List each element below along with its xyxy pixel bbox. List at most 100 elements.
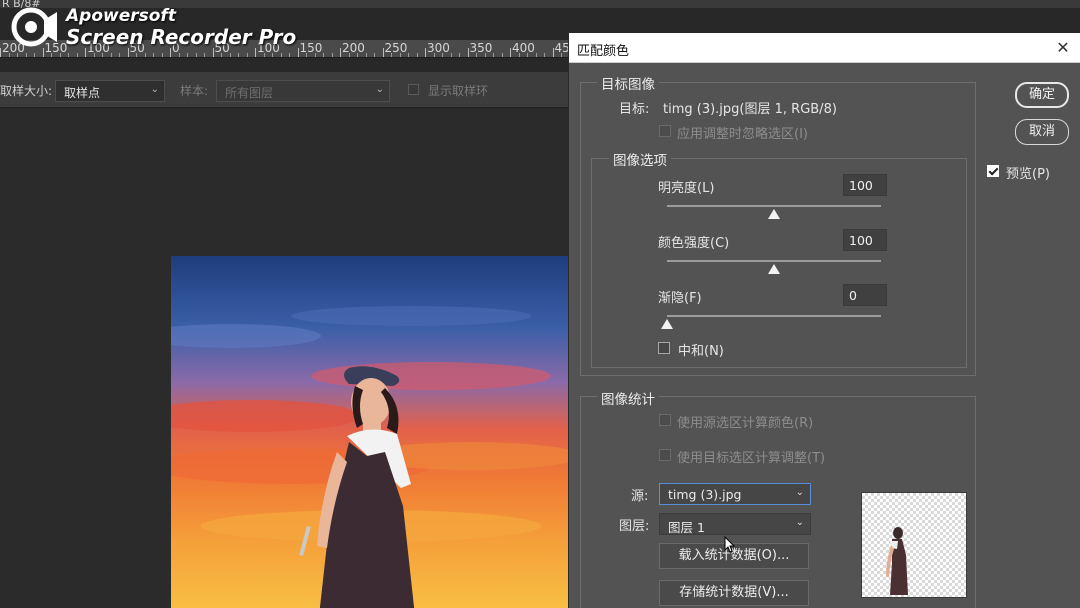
sample-select[interactable]: 所有图层 ⌄ — [216, 80, 390, 102]
ruler-tick-mark — [280, 53, 282, 57]
fade-slider-track[interactable] — [667, 315, 881, 317]
source-select[interactable]: timg (3).jpg ⌄ — [659, 483, 811, 505]
save-statistics-button[interactable]: 存储统计数据(V)... — [659, 580, 809, 606]
ruler-tick-mark — [442, 53, 443, 57]
ruler-tick-label: 350 — [469, 41, 493, 55]
dialog-titlebar[interactable]: 匹配颜色 ✕ — [569, 33, 1080, 63]
ruler-tick-mark — [467, 48, 469, 57]
chevron-down-icon: ⌄ — [375, 84, 384, 95]
color-intensity-input[interactable]: 100 — [843, 229, 887, 251]
ruler-tick-mark — [178, 53, 180, 57]
fade-slider-thumb[interactable] — [661, 319, 673, 329]
ruler-tick-label: 150 — [299, 41, 323, 55]
ok-button[interactable]: 确定 — [1015, 82, 1069, 108]
ruler-tick-mark — [263, 53, 265, 57]
target-value: timg (3).jpg(图层 1, RGB/8) — [663, 102, 837, 117]
luminance-input[interactable]: 100 — [843, 174, 887, 196]
ruler-tick-mark — [297, 48, 299, 57]
ruler-tick-mark — [340, 48, 341, 57]
ruler-tick-mark — [34, 53, 35, 57]
color-intensity-slider-track[interactable] — [667, 260, 881, 262]
neutralize-label: 中和(N) — [678, 344, 724, 359]
ruler-tick-mark — [238, 53, 239, 57]
chevron-down-icon: ⌄ — [150, 84, 159, 95]
ruler-tick-mark — [527, 53, 528, 57]
ruler-tick-mark — [552, 48, 554, 57]
ruler-tick-mark — [102, 53, 103, 57]
ruler-tick-label: 400 — [512, 41, 535, 55]
tool-options-bar: 取样大小: 取样点 ⌄ 样本: 所有图层 ⌄ 显示取样环 — [0, 72, 568, 108]
document-image[interactable] — [171, 256, 571, 608]
photoshop-window: R B/8# 200 150 100 50 0 50 100 150 200 250 300 350 4… — [0, 0, 1080, 608]
ruler-tick-mark — [459, 53, 460, 57]
ruler-tick-mark — [391, 53, 392, 57]
cancel-button[interactable]: 取消 — [1015, 119, 1069, 145]
ruler-tick-mark — [110, 53, 112, 57]
ruler-tick-mark — [399, 53, 401, 57]
show-sampling-ring-checkbox[interactable] — [408, 84, 419, 95]
ruler-tick-mark — [153, 53, 154, 57]
girl-silhouette-icon — [886, 527, 908, 595]
fade-label: 渐隐(F) — [658, 291, 702, 306]
ruler-tick-mark — [518, 53, 520, 57]
ruler-tick-mark — [289, 53, 290, 57]
ruler-tick-mark — [68, 53, 69, 57]
ruler-tick-label: 200 — [342, 41, 365, 55]
neutralize-checkbox[interactable] — [658, 342, 670, 354]
ruler-tick-mark — [136, 53, 137, 57]
color-intensity-label: 颜色强度(C) — [658, 236, 730, 251]
ruler-tick-mark — [357, 53, 358, 57]
image-statistics-group-label: 图像统计 — [597, 388, 659, 408]
apowersoft-logo-icon — [10, 6, 60, 48]
ruler-tick-mark — [59, 53, 61, 57]
ruler-tick-mark — [93, 53, 95, 57]
match-color-dialog: 匹配颜色 ✕ 目标图像 目标: timg (3).jpg(图层 1, RGB/8… — [568, 33, 1080, 608]
ruler-tick-mark — [348, 53, 350, 57]
watermark-product: Screen Recorder Pro — [66, 24, 297, 49]
ignore-selection-label: 应用调整时忽略选区(I) — [677, 127, 808, 142]
chevron-down-icon: ⌄ — [795, 487, 804, 498]
color-intensity-slider-thumb[interactable] — [768, 264, 780, 274]
watermark-brand: Apowersoft — [66, 5, 176, 26]
image-options-group — [591, 158, 967, 368]
use-target-selection-label: 使用目标选区计算调整(T) — [677, 451, 826, 466]
ruler-tick-mark — [204, 53, 205, 57]
ruler-tick-mark — [25, 53, 27, 57]
ruler-tick-mark — [76, 53, 78, 57]
close-icon[interactable]: ✕ — [1053, 38, 1073, 58]
use-target-selection-checkbox[interactable] — [659, 449, 671, 461]
layer-select[interactable]: 图层 1 ⌄ — [659, 513, 811, 535]
ruler-tick-mark — [306, 53, 307, 57]
preview-checkbox[interactable] — [987, 165, 999, 177]
preview-label: 预览(P) — [1006, 167, 1050, 182]
ruler-tick-mark — [433, 53, 435, 57]
target-label: 目标: — [619, 102, 650, 117]
ruler-tick-mark — [450, 53, 452, 57]
ruler-tick-mark — [161, 53, 163, 57]
ignore-selection-checkbox[interactable] — [659, 125, 671, 137]
use-source-selection-checkbox[interactable] — [659, 414, 671, 426]
ruler-tick-mark — [119, 53, 120, 57]
dialog-title: 匹配颜色 — [577, 44, 630, 59]
ruler-tick-mark — [187, 53, 188, 57]
ruler-tick-label: 250 — [384, 41, 408, 55]
ruler-tick-mark — [501, 53, 503, 57]
ruler-tick-mark — [272, 53, 273, 57]
ruler-tick-mark — [382, 48, 384, 57]
canvas-area[interactable] — [0, 109, 571, 608]
fade-input[interactable]: 0 — [843, 284, 887, 306]
source-preview-thumbnail — [861, 492, 967, 598]
recorder-watermark: Apowersoft Screen Recorder Pro — [10, 4, 296, 50]
ruler-tick-mark — [195, 53, 197, 57]
ruler-tick-mark — [229, 53, 231, 57]
use-source-selection-label: 使用源选区计算颜色(R) — [677, 416, 814, 431]
ruler-tick-mark — [331, 53, 333, 57]
ruler-tick-mark — [493, 53, 494, 57]
ruler-tick-mark — [144, 53, 146, 57]
layer-label: 图层: — [619, 519, 650, 534]
sample-size-select[interactable]: 取样点 ⌄ — [55, 80, 165, 102]
luminance-slider-track[interactable] — [667, 205, 881, 207]
ruler-tick-mark — [374, 53, 375, 57]
ruler-tick-mark — [314, 53, 316, 57]
luminance-slider-thumb[interactable] — [768, 209, 780, 219]
